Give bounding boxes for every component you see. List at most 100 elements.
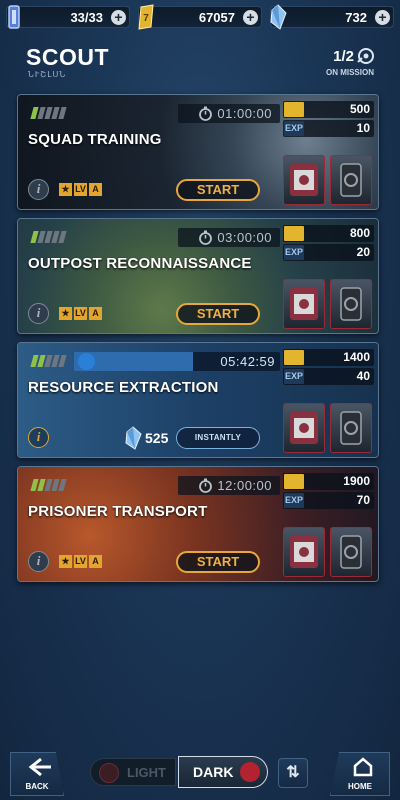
star-requirement-icon: ★	[59, 555, 72, 568]
stopwatch-icon	[199, 478, 212, 493]
light-side-toggle[interactable]: LIGHT	[90, 758, 176, 786]
supply-crate-reward[interactable]	[283, 279, 325, 329]
scout-droid-icon	[357, 48, 374, 64]
duration-text: 12:00:00	[217, 478, 272, 493]
duration-text: 03:00:00	[217, 230, 272, 245]
add-crystals-button[interactable]: +	[375, 10, 390, 25]
arrow-left-icon	[28, 757, 51, 777]
exp-reward: EXP 20	[283, 244, 374, 261]
crystal-icon	[270, 4, 287, 30]
crystals-counter: 732 +	[270, 4, 394, 30]
exp-reward: EXP 40	[283, 368, 374, 385]
credits-reward: 500	[283, 101, 374, 118]
gear-reward[interactable]	[330, 279, 372, 329]
currency-bar: 33/33 + 7 67057 + 732 +	[6, 4, 394, 30]
gear-reward[interactable]	[330, 403, 372, 453]
mission-name: PRISONER TRANSPORT	[28, 503, 208, 520]
difficulty-bars	[30, 107, 67, 119]
dark-side-toggle[interactable]: DARK	[178, 756, 268, 788]
start-button[interactable]: START	[176, 179, 260, 201]
mission-card-outpost-reconnaissance[interactable]: 03:00:00 OUTPOST RECONNAISSANCE i ★ LV A…	[17, 218, 379, 334]
rank-requirement-icon: A	[89, 555, 102, 568]
svg-text:7: 7	[143, 13, 149, 24]
stopwatch-icon	[199, 106, 212, 121]
page-subtitle-glyphs: ՆՒՇԼՍՆ	[28, 70, 67, 79]
duration-text: 01:00:00	[217, 106, 272, 121]
supply-crate-reward[interactable]	[283, 403, 325, 453]
star-requirement-icon: ★	[59, 183, 72, 196]
energy-counter: 33/33 +	[6, 5, 130, 29]
rank-requirement-icon: A	[89, 183, 102, 196]
dark-label: DARK	[193, 764, 234, 780]
credits-icon: 7	[138, 4, 154, 30]
info-icon[interactable]: i	[28, 179, 49, 200]
supply-crate-icon	[290, 412, 318, 444]
mission-name: SQUAD TRAINING	[28, 131, 162, 148]
mission-name: OUTPOST RECONNAISSANCE	[28, 255, 252, 272]
level-requirement-icon: LV	[74, 183, 87, 196]
bottom-bar: BACK LIGHT DARK ⇅ HOME	[0, 744, 400, 800]
mission-duration: 03:00:00	[178, 228, 280, 247]
mission-duration: 01:00:00	[178, 104, 280, 123]
requirement-icons: ★ LV A	[59, 183, 102, 196]
crystal-cost-value: 525	[145, 430, 169, 446]
supply-crate-icon	[290, 536, 318, 568]
info-icon[interactable]: i	[28, 551, 49, 572]
difficulty-bars	[30, 479, 67, 491]
credits-counter: 7 67057 +	[138, 4, 262, 30]
energy-cell-icon	[8, 5, 20, 29]
home-label: HOME	[348, 782, 372, 791]
mission-card-prisoner-transport[interactable]: 12:00:00 PRISONER TRANSPORT i ★ LV A STA…	[17, 466, 379, 582]
add-energy-button[interactable]: +	[111, 10, 126, 25]
supply-crate-reward[interactable]	[283, 527, 325, 577]
info-icon[interactable]: i	[28, 427, 49, 448]
credits-icon	[284, 102, 304, 117]
info-icon[interactable]: i	[28, 303, 49, 324]
gear-part-icon	[340, 535, 362, 569]
exp-reward: EXP 70	[283, 492, 374, 509]
add-credits-button[interactable]: +	[243, 10, 258, 25]
home-icon	[353, 757, 373, 777]
credits-icon	[284, 474, 304, 489]
mission-card-squad-training[interactable]: 01:00:00 SQUAD TRAINING i ★ LV A START 5…	[17, 94, 379, 210]
supply-crate-icon	[290, 288, 318, 320]
exp-reward: EXP 10	[283, 120, 374, 137]
stopwatch-icon	[78, 353, 95, 370]
supply-crate-icon	[290, 164, 318, 196]
requirement-icons: ★ LV A	[59, 307, 102, 320]
gear-part-icon	[340, 163, 362, 197]
exp-icon: EXP	[284, 121, 304, 136]
rank-requirement-icon: A	[89, 307, 102, 320]
exp-icon: EXP	[284, 493, 304, 508]
credits-icon	[284, 226, 304, 241]
mission-label: ON MISSION	[325, 68, 374, 77]
credits-reward: 1900	[283, 473, 374, 490]
mission-count: 1/2	[333, 48, 354, 65]
mission-card-resource-extraction[interactable]: 05:42:59 RESOURCE EXTRACTION i 525 INSTA…	[17, 342, 379, 458]
level-requirement-icon: LV	[74, 307, 87, 320]
requirement-icons: ★ LV A	[59, 555, 102, 568]
credits-reward: 1400	[283, 349, 374, 366]
start-button[interactable]: START	[176, 303, 260, 325]
mission-progress-bar: 05:42:59	[74, 352, 280, 371]
gear-reward[interactable]	[330, 527, 372, 577]
supply-crate-reward[interactable]	[283, 155, 325, 205]
dark-side-emblem-icon	[240, 762, 260, 782]
crystal-icon	[125, 426, 142, 450]
exp-icon: EXP	[284, 245, 304, 260]
level-requirement-icon: LV	[74, 555, 87, 568]
credits-reward: 800	[283, 225, 374, 242]
mission-duration: 12:00:00	[178, 476, 280, 495]
start-button[interactable]: START	[176, 551, 260, 573]
sort-icon[interactable]: ⇅	[278, 758, 308, 788]
gear-reward[interactable]	[330, 155, 372, 205]
exp-icon: EXP	[284, 369, 304, 384]
instant-cost: 525	[124, 426, 168, 450]
instantly-button[interactable]: INSTANTLY	[176, 427, 260, 449]
mission-name: RESOURCE EXTRACTION	[28, 379, 219, 396]
home-button[interactable]: HOME	[330, 752, 390, 796]
stopwatch-icon	[199, 230, 212, 245]
page-title: SCOUT	[26, 44, 109, 70]
back-button[interactable]: BACK	[10, 752, 64, 796]
light-side-emblem-icon	[99, 763, 119, 783]
